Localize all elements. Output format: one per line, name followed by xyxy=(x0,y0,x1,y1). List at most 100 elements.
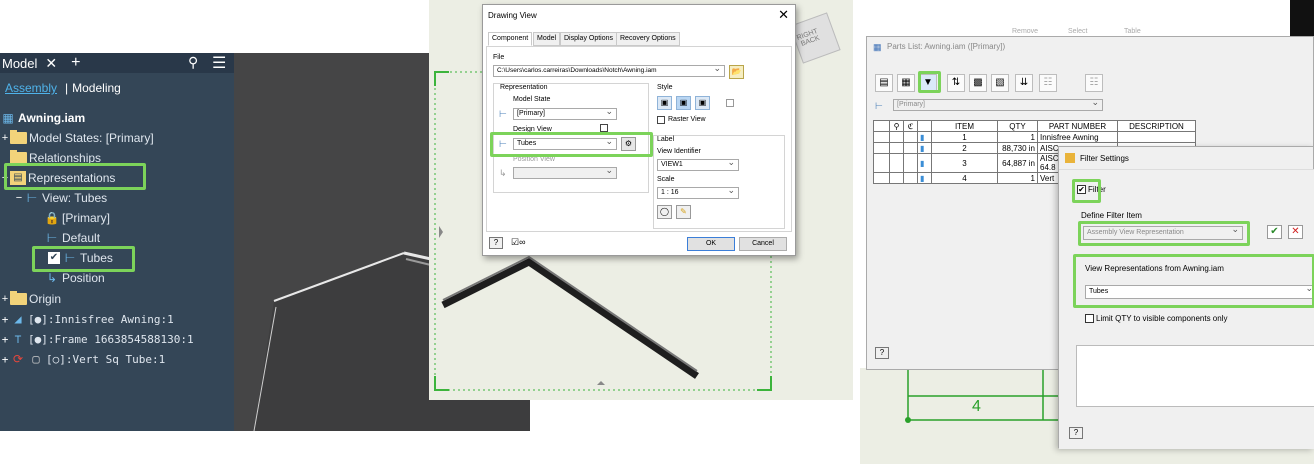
tree-label: [●]:Innisfree Awning:1 xyxy=(28,312,174,326)
filter-item-dropdown[interactable]: Assembly View Representation xyxy=(1083,226,1243,240)
apply-check-icon[interactable]: ✔ xyxy=(1267,225,1282,239)
tree-label: Model States: [Primary] xyxy=(29,131,154,145)
tree-label: [○]:Vert Sq Tube:1 xyxy=(46,352,166,366)
filter-list-box[interactable] xyxy=(1076,345,1314,407)
tree-row-representations[interactable]: − ▤ Representations xyxy=(0,168,115,188)
toggle-label-visibility-icon[interactable]: ◯ xyxy=(657,205,672,219)
part-icon: ▢ xyxy=(32,352,40,366)
column-qty[interactable]: QTY xyxy=(997,120,1038,132)
edit-label-icon[interactable]: ✎ xyxy=(676,205,691,219)
dark-corner xyxy=(1290,0,1314,36)
tree-label: Tubes xyxy=(80,251,113,265)
add-tab-icon[interactable]: + xyxy=(71,54,80,72)
tree-row-tubes[interactable]: ✔ ⊢ Tubes xyxy=(48,248,113,268)
tree-row-origin[interactable]: + Origin xyxy=(0,289,61,309)
expand-icon[interactable]: + xyxy=(0,333,10,346)
design-view-label: Design View xyxy=(513,126,552,133)
design-view-dropdown[interactable]: Tubes xyxy=(513,138,617,150)
browser-modes: Assembly | Modeling xyxy=(0,73,234,103)
view-rep-icon: ⊢ xyxy=(46,231,58,245)
group-settings-icon[interactable]: ▦ xyxy=(897,74,915,92)
table-row[interactable]: ▮ 1 1 Innisfree Awning xyxy=(873,131,1196,143)
table-wrapping-icon[interactable]: ▧ xyxy=(991,74,1009,92)
view-identifier-input[interactable]: VIEW1 xyxy=(657,159,739,171)
tab-recovery-options[interactable]: Recovery Options xyxy=(616,32,680,46)
filter-toggle[interactable]: ✔ Filter xyxy=(1077,185,1106,195)
expand-icon[interactable]: + xyxy=(0,353,10,366)
renumber-icon[interactable]: ⇊ xyxy=(1015,74,1033,92)
remove-icon[interactable]: ✕ xyxy=(1288,225,1303,239)
browser-tab-model[interactable]: Model xyxy=(2,56,37,71)
mode-modeling[interactable]: Modeling xyxy=(72,81,121,95)
file-path-dropdown[interactable]: C:\Users\carlos.carreiras\Downloads\Notc… xyxy=(493,65,725,77)
part-icon: ▮ xyxy=(917,153,932,173)
tab-component[interactable]: Component xyxy=(488,32,533,46)
tree-row-relationships[interactable]: Relationships xyxy=(0,148,101,168)
cancel-button[interactable]: Cancel xyxy=(739,237,787,251)
filter-settings-dialog: Filter Settings ✔ Filter Define Filter It… xyxy=(1058,146,1314,449)
collapse-icon[interactable]: − xyxy=(0,172,10,184)
collapse-icon[interactable]: − xyxy=(14,192,24,204)
tree-row-default[interactable]: ⊢ Default xyxy=(44,228,100,248)
expand-icon[interactable]: + xyxy=(0,132,10,144)
design-view-icon: ⊢ xyxy=(499,139,507,149)
tree-row-root[interactable]: ▦ Awning.iam xyxy=(0,108,85,128)
tree-row-frame[interactable]: + ⊤ [●]:Frame 1663854588130:1 xyxy=(0,329,194,349)
position-view-dropdown xyxy=(513,167,617,179)
browser-tabbar: Model ✕ + ⚲ ☰ xyxy=(0,53,234,73)
parts-list-title: Parts List: Awning.iam ([Primary]) xyxy=(887,42,1006,51)
style-from-base-checkbox[interactable] xyxy=(726,99,734,107)
limit-qty-option[interactable]: Limit QTY to visible components only xyxy=(1085,314,1227,324)
search-icon[interactable]: ⚲ xyxy=(188,54,198,71)
scale-label: Scale xyxy=(657,176,675,183)
column-chooser-icon[interactable]: ▤ xyxy=(875,74,893,92)
tree-label: Awning.iam xyxy=(18,111,86,125)
column-item[interactable]: ITEM xyxy=(931,120,998,132)
associative-checkbox[interactable] xyxy=(600,124,608,132)
tree-row-innisfree[interactable]: + ◢ [●]:Innisfree Awning:1 xyxy=(0,309,174,329)
column-part-number[interactable]: PART NUMBER xyxy=(1037,120,1118,132)
view-rep-dropdown[interactable]: Tubes xyxy=(1085,285,1314,299)
checkbox-checked-icon[interactable]: ✔ xyxy=(48,252,60,264)
view-rep-icon: ⊢ xyxy=(26,191,38,205)
close-icon[interactable]: ✕ xyxy=(778,7,789,23)
menu-icon[interactable]: ☰ xyxy=(212,53,226,73)
style-hidden-line-icon[interactable]: ▣ xyxy=(657,96,672,110)
label-group-label: Label xyxy=(657,136,675,143)
scale-dropdown[interactable]: 1 : 16 xyxy=(657,187,739,199)
tab-display-options[interactable]: Display Options xyxy=(560,32,618,46)
expand-icon[interactable]: + xyxy=(0,313,10,326)
open-folder-icon[interactable]: 📂 xyxy=(729,65,744,79)
tree-row-vert-tube[interactable]: + ⟳ ▢ [○]:Vert Sq Tube:1 xyxy=(0,349,166,369)
filter-icon[interactable]: ▼ xyxy=(919,74,937,92)
expand-icon[interactable]: + xyxy=(0,293,10,305)
tree-label: Origin xyxy=(29,292,62,306)
tab-model[interactable]: Model xyxy=(533,32,561,46)
raster-view-checkbox[interactable] xyxy=(657,116,665,124)
gear-icon[interactable]: ⚙ xyxy=(621,137,636,151)
ok-button[interactable]: OK xyxy=(687,237,735,251)
tree-label: Default xyxy=(62,231,101,245)
model-state-dropdown: [Primary] xyxy=(893,99,1103,111)
tree-row-position[interactable]: ↳ Position xyxy=(44,268,105,288)
column-description[interactable]: DESCRIPTION xyxy=(1117,120,1196,132)
help-icon[interactable]: ? xyxy=(489,237,503,249)
tree-row-view[interactable]: − ⊢ View: Tubes xyxy=(14,188,107,208)
part-icon: ▮ xyxy=(917,142,932,154)
model-state-dropdown[interactable]: [Primary] xyxy=(513,108,617,120)
representations-icon: ▤ xyxy=(10,171,26,185)
export-icon[interactable]: ▩ xyxy=(969,74,987,92)
limit-qty-checkbox[interactable] xyxy=(1085,314,1094,324)
tree-row-primary[interactable]: 🔒 [Primary] xyxy=(44,208,110,228)
checkbox-checked-icon[interactable]: ✔ xyxy=(1077,185,1086,195)
sort-icon[interactable]: ⇅ xyxy=(947,74,965,92)
style-shaded-icon[interactable]: ▣ xyxy=(695,96,710,110)
style-hidden-removed-icon[interactable]: ▣ xyxy=(676,96,691,110)
help-icon[interactable]: ? xyxy=(1069,427,1083,439)
tree-row-model-states[interactable]: + Model States: [Primary] xyxy=(0,128,154,148)
preview-toggle-icon[interactable]: ☑∞ xyxy=(511,237,525,248)
close-icon[interactable]: ✕ xyxy=(45,55,57,72)
assembly-icon: ▦ xyxy=(2,111,14,125)
help-icon[interactable]: ? xyxy=(875,347,889,359)
mode-assembly[interactable]: Assembly xyxy=(5,81,57,95)
